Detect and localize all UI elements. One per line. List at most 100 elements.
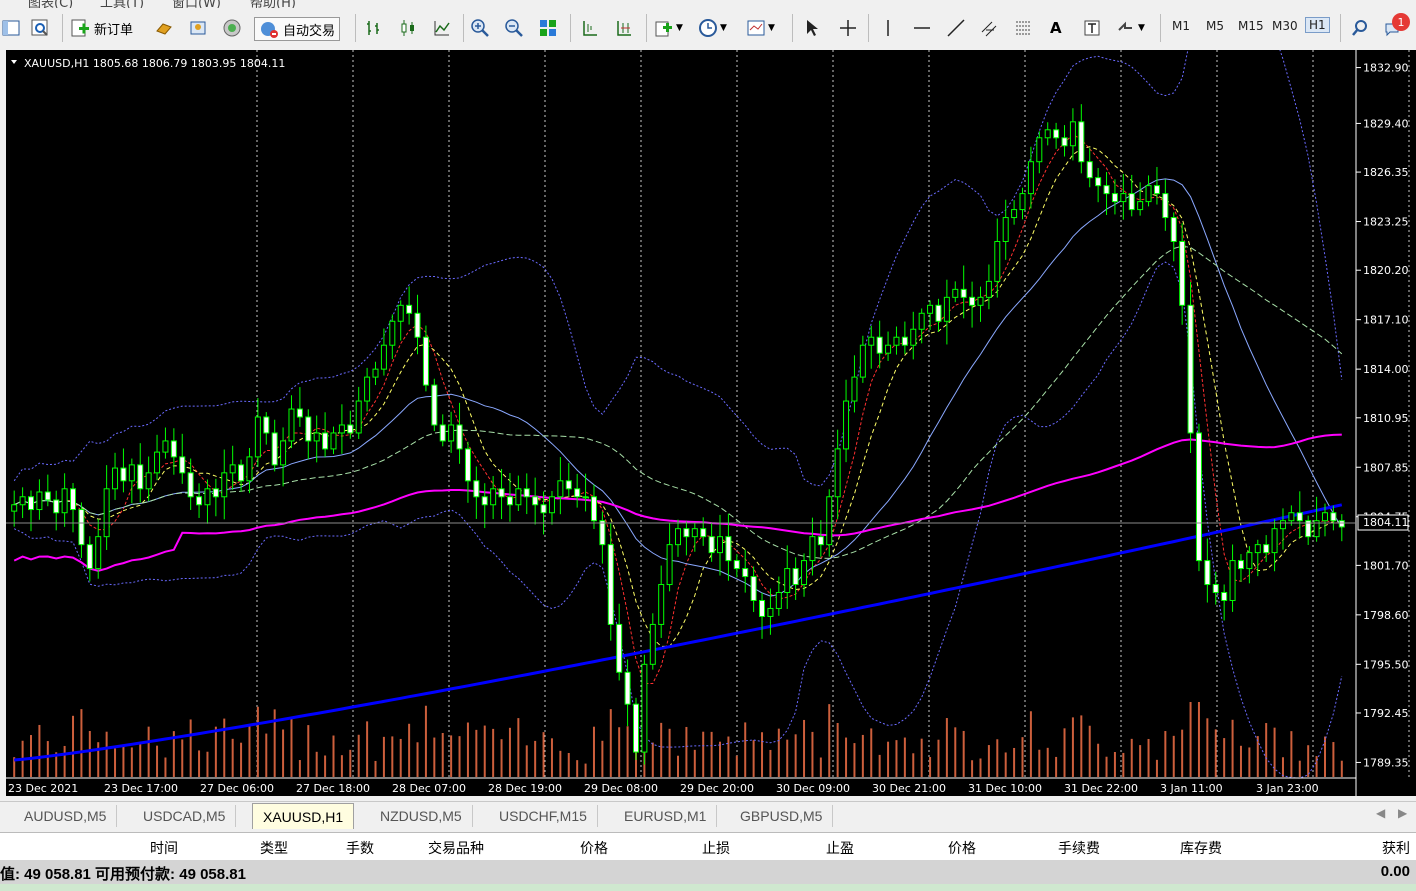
candle-body	[523, 488, 530, 498]
text-label-icon[interactable]	[1082, 17, 1102, 39]
col-commission[interactable]: 手续费	[1030, 838, 1100, 858]
candle-body	[590, 496, 597, 522]
equidistant-channel-icon[interactable]	[980, 17, 1000, 39]
tab-eurusd-m1[interactable]: EURUSD,M1	[614, 805, 718, 827]
col-time[interactable]: 时间	[120, 838, 178, 858]
candle-body	[44, 491, 51, 501]
zoom-in-icon[interactable]	[470, 17, 490, 39]
candle-body	[313, 432, 320, 442]
tile-windows-icon[interactable]	[538, 17, 558, 39]
col-lots[interactable]: 手数	[316, 838, 374, 858]
notifications-button[interactable]: 1	[1384, 13, 1410, 39]
col-swap[interactable]: 库存费	[1152, 838, 1222, 858]
line-chart-icon[interactable]	[432, 17, 452, 39]
tab-xauusd-h1[interactable]: XAUUSD,H1	[252, 803, 355, 829]
tab-audusd-m5[interactable]: AUDUSD,M5	[14, 805, 118, 827]
search-icon[interactable]	[1350, 17, 1370, 39]
candle-body	[154, 451, 161, 474]
candle-body	[767, 607, 774, 617]
col-price-2[interactable]: 价格	[918, 838, 976, 858]
chart-header: XAUUSD,H1 1805.68 1806.79 1803.95 1804.1…	[24, 57, 285, 70]
candle-body	[935, 304, 942, 322]
timeframe-m5[interactable]: M5	[1206, 19, 1224, 33]
candle-body	[775, 592, 782, 609]
zoom-data-icon[interactable]	[30, 17, 50, 39]
candle-body	[927, 304, 934, 314]
timeframe-m1[interactable]: M1	[1172, 19, 1190, 33]
candle-body	[624, 671, 631, 705]
candle-body	[1254, 544, 1261, 554]
horizontal-line-icon[interactable]	[912, 17, 932, 39]
tab-gbpusd-m5[interactable]: GBPUSD,M5	[730, 805, 834, 827]
templates-icon[interactable]: ▼	[746, 17, 775, 39]
col-profit[interactable]: 获利	[1350, 838, 1410, 858]
candle-body	[817, 536, 824, 546]
bar-chart-icon[interactable]	[364, 17, 384, 39]
tab-usdchf-m15[interactable]: USDCHF,M15	[489, 805, 598, 827]
tab-usdcad-m5[interactable]: USDCAD,M5	[133, 805, 237, 827]
candle-body	[1036, 137, 1043, 163]
autoscroll-icon[interactable]	[614, 17, 634, 39]
candle-body	[985, 280, 992, 298]
fibonacci-icon[interactable]	[1014, 17, 1034, 39]
y-tick-label: 1826.35	[1363, 166, 1409, 179]
crosshair-icon[interactable]	[838, 17, 858, 39]
col-tp[interactable]: 止盈	[796, 838, 854, 858]
y-tick-label: 1814.00	[1363, 363, 1409, 376]
candle-body	[1321, 512, 1328, 522]
chart-shift-icon[interactable]	[580, 17, 600, 39]
indicators-icon[interactable]: ▼	[654, 17, 683, 39]
col-type[interactable]: 类型	[230, 838, 288, 858]
candle-body	[801, 560, 808, 586]
candlestick-icon[interactable]	[398, 17, 418, 39]
auto-trade-button[interactable]: 自动交易	[254, 17, 341, 41]
candle-body	[1296, 512, 1303, 522]
candle-body	[28, 496, 35, 511]
price-chart[interactable]: 1832.90 1829.40 1826.35 1823.25 1820.20 1817.…	[6, 50, 1416, 800]
timeframe-h1[interactable]: H1	[1305, 17, 1330, 33]
candle-body	[498, 488, 505, 498]
col-symbol[interactable]: 交易品种	[400, 838, 484, 858]
col-price[interactable]: 价格	[550, 838, 608, 858]
zoom-out-icon[interactable]	[504, 17, 524, 39]
candle-body	[540, 504, 547, 514]
menu-window[interactable]: 窗口(W)	[172, 0, 221, 8]
x-tick-label: 31 Dec 22:00	[1064, 782, 1138, 795]
x-tick-label: 31 Dec 10:00	[968, 782, 1042, 795]
candle-body	[271, 432, 278, 466]
gold-icon[interactable]	[154, 17, 174, 39]
candle-body	[397, 304, 404, 322]
tab-scroll-left-icon[interactable]: ◀	[1376, 806, 1385, 820]
new-order-button[interactable]: 新订单	[70, 17, 133, 39]
candle-body	[1338, 520, 1345, 528]
arrows-icon[interactable]: ▼	[1116, 17, 1145, 39]
candle-body	[330, 432, 337, 450]
candle-body	[364, 376, 371, 402]
vertical-line-icon[interactable]	[878, 17, 898, 39]
candle-body	[464, 448, 471, 482]
candle-body	[506, 496, 513, 506]
cursor-icon[interactable]	[802, 17, 822, 39]
tab-scroll-right-icon[interactable]: ▶	[1398, 806, 1407, 820]
timeframe-m15[interactable]: M15	[1238, 19, 1264, 33]
candle-body	[372, 368, 379, 378]
text-tool-icon[interactable]: A	[1050, 17, 1062, 39]
x-tick-label: 28 Dec 19:00	[488, 782, 562, 795]
col-sl[interactable]: 止损	[672, 838, 730, 858]
charts-panel-icon[interactable]	[2, 17, 22, 39]
timeframe-m30[interactable]: M30	[1272, 19, 1298, 33]
candle-body	[1221, 592, 1228, 601]
periods-icon[interactable]: ▼	[698, 17, 727, 39]
menu-tools[interactable]: 工具(T)	[100, 0, 144, 8]
tab-nzdusd-m5[interactable]: NZDUSD,M5	[370, 805, 473, 827]
signals-icon[interactable]	[222, 17, 242, 39]
trendline-icon[interactable]	[946, 17, 966, 39]
candle-body	[1179, 240, 1186, 306]
market-watch-icon[interactable]	[188, 17, 208, 39]
candle-body	[548, 496, 555, 514]
menu-chart[interactable]: 图表(C)	[28, 0, 73, 8]
candle-body	[1187, 304, 1194, 434]
auto-trade-label: 自动交易	[283, 23, 336, 39]
menu-help[interactable]: 帮助(H)	[250, 0, 296, 8]
plot-area[interactable]	[6, 50, 1356, 796]
